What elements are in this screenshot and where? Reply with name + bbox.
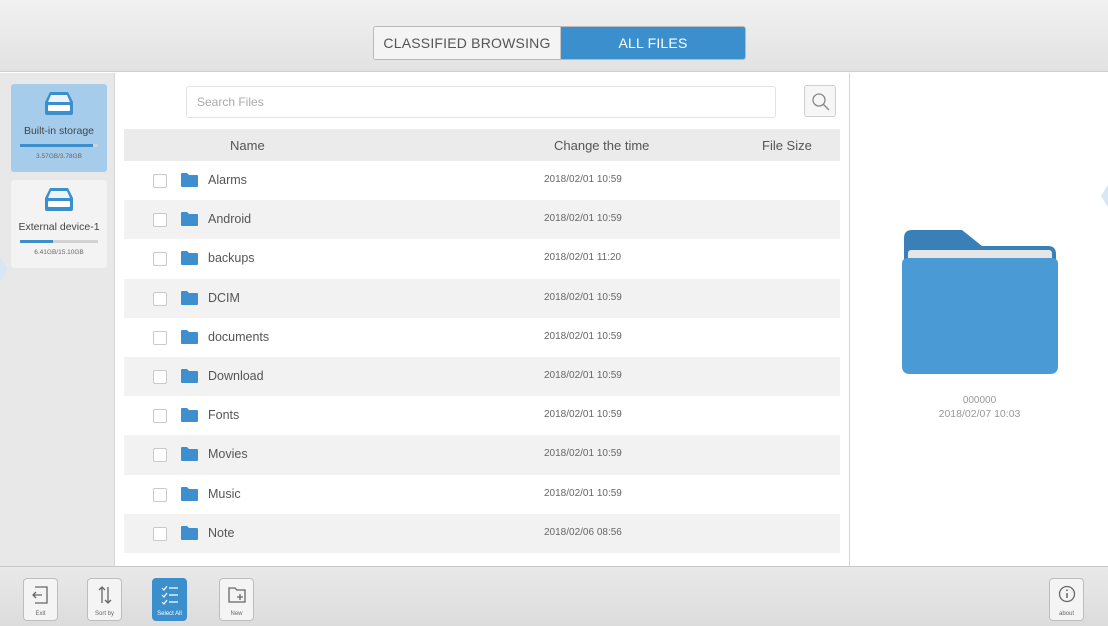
row-checkbox[interactable] bbox=[153, 330, 167, 345]
file-list-panel: Name Change the time File Size Alarms 201… bbox=[116, 73, 849, 566]
tab-all-files[interactable]: ALL FILES bbox=[561, 27, 745, 59]
storage-external-device[interactable]: External device-1 6.41GB/15.10GB bbox=[11, 180, 107, 268]
bottom-toolbar: Exit Sort by Select All New about bbox=[0, 566, 1108, 626]
tab-classified-browsing[interactable]: CLASSIFIED BROWSING bbox=[374, 27, 561, 59]
storage-label: External device-1 bbox=[18, 221, 100, 233]
table-row[interactable]: Alarms 2018/02/01 10:59 bbox=[124, 161, 840, 200]
table-row[interactable]: backups 2018/02/01 11:20 bbox=[124, 239, 840, 278]
file-name: DCIM bbox=[208, 290, 240, 305]
search-icon bbox=[812, 93, 830, 111]
row-checkbox[interactable] bbox=[153, 526, 167, 541]
table-row[interactable]: Music 2018/02/01 10:59 bbox=[124, 475, 840, 514]
preview-file-name: 000000 bbox=[962, 395, 997, 406]
header: CLASSIFIED BROWSING ALL FILES bbox=[0, 0, 1108, 72]
sort-icon bbox=[98, 586, 112, 604]
folder-icon bbox=[902, 230, 1058, 374]
table-header: Name Change the time File Size bbox=[124, 129, 840, 161]
file-name: Android bbox=[208, 212, 252, 227]
folder-icon bbox=[181, 447, 198, 462]
column-change-time[interactable]: Change the time bbox=[554, 138, 649, 153]
table-row[interactable]: Download 2018/02/01 10:59 bbox=[124, 356, 840, 397]
info-icon bbox=[1058, 585, 1076, 603]
folder-icon bbox=[181, 525, 198, 540]
file-name: Download bbox=[208, 368, 264, 383]
file-name: Movies bbox=[208, 447, 248, 462]
table-row[interactable]: documents 2018/02/01 10:59 bbox=[124, 318, 840, 357]
exit-label: Exit bbox=[35, 611, 46, 617]
file-change-time: 2018/02/01 10:59 bbox=[544, 448, 622, 460]
column-file-size[interactable]: File Size bbox=[762, 138, 812, 153]
file-change-time: 2018/02/01 10:59 bbox=[544, 174, 622, 185]
checklist-icon bbox=[161, 585, 178, 605]
row-checkbox[interactable] bbox=[153, 409, 167, 424]
folder-icon bbox=[181, 173, 198, 187]
file-table-body: Alarms 2018/02/01 10:59 Android 2018/02/01 … bbox=[124, 161, 840, 553]
new-folder-icon bbox=[228, 587, 246, 603]
row-checkbox[interactable] bbox=[153, 448, 167, 463]
new-button[interactable]: New bbox=[219, 578, 254, 621]
file-change-time: 2018/02/01 10:59 bbox=[544, 409, 622, 421]
storage-built-in[interactable]: Built-in storage 3.57GB/3.78GB bbox=[11, 84, 107, 172]
file-change-time: 2018/02/01 11:20 bbox=[544, 252, 622, 264]
preview-panel: 000000 2018/02/07 10:03 bbox=[849, 73, 1108, 566]
file-name: Note bbox=[208, 525, 235, 540]
file-change-time: 2018/02/01 10:59 bbox=[544, 330, 622, 342]
row-checkbox[interactable] bbox=[153, 213, 167, 228]
storage-usage-bar bbox=[20, 240, 98, 243]
search-input[interactable] bbox=[186, 86, 776, 118]
exit-button[interactable]: Exit bbox=[23, 578, 58, 621]
search-button[interactable] bbox=[804, 85, 836, 117]
select-all-button[interactable]: Select All bbox=[152, 578, 187, 621]
folder-icon bbox=[181, 486, 198, 501]
about-button[interactable]: about bbox=[1049, 578, 1084, 621]
file-change-time: 2018/02/01 10:59 bbox=[544, 291, 622, 303]
row-checkbox[interactable] bbox=[153, 291, 167, 306]
about-label: about bbox=[1058, 611, 1074, 617]
exit-icon bbox=[32, 586, 48, 604]
table-row[interactable]: Movies 2018/02/01 10:59 bbox=[124, 435, 840, 475]
file-change-time: 2018/02/01 10:59 bbox=[544, 213, 622, 225]
file-name: Fonts bbox=[208, 408, 240, 423]
drive-icon bbox=[45, 92, 73, 115]
storage-usage-bar bbox=[20, 144, 98, 147]
folder-icon bbox=[181, 212, 198, 227]
table-row[interactable]: DCIM 2018/02/01 10:59 bbox=[124, 278, 840, 318]
table-row[interactable]: Fonts 2018/02/01 10:59 bbox=[124, 396, 840, 435]
file-name: backups bbox=[208, 251, 255, 266]
drive-icon bbox=[45, 188, 73, 211]
file-name: documents bbox=[208, 329, 270, 344]
storage-sidebar: Built-in storage 3.57GB/3.78GB External … bbox=[0, 73, 115, 566]
collapse-left-arrow-icon[interactable] bbox=[0, 256, 8, 282]
folder-icon bbox=[181, 329, 198, 344]
file-name: Music bbox=[208, 486, 241, 501]
column-name[interactable]: Name bbox=[230, 138, 265, 153]
collapse-right-arrow-icon[interactable] bbox=[1101, 183, 1108, 209]
sort-button[interactable]: Sort by bbox=[87, 578, 122, 621]
sort-label: Sort by bbox=[94, 611, 114, 617]
row-checkbox[interactable] bbox=[153, 369, 167, 384]
table-row[interactable]: Android 2018/02/01 10:59 bbox=[124, 200, 840, 240]
new-label: New bbox=[230, 611, 243, 617]
storage-size: 6.41GB/15.10GB bbox=[34, 249, 84, 256]
storage-label: Built-in storage bbox=[23, 125, 95, 137]
select-all-label: Select All bbox=[157, 611, 182, 617]
folder-icon bbox=[181, 368, 198, 383]
folder-icon bbox=[181, 251, 198, 266]
file-change-time: 2018/02/01 10:59 bbox=[544, 369, 622, 381]
file-name: Alarms bbox=[208, 173, 247, 187]
row-checkbox[interactable] bbox=[153, 174, 167, 188]
file-change-time: 2018/02/06 08:56 bbox=[544, 526, 622, 538]
row-checkbox[interactable] bbox=[153, 487, 167, 502]
file-change-time: 2018/02/01 10:59 bbox=[544, 487, 622, 499]
table-row[interactable]: Note 2018/02/06 08:56 bbox=[124, 513, 840, 553]
folder-icon bbox=[181, 290, 198, 305]
preview-file-date: 2018/02/07 10:03 bbox=[938, 408, 1021, 420]
view-mode-switch: CLASSIFIED BROWSING ALL FILES bbox=[373, 26, 746, 60]
row-checkbox[interactable] bbox=[153, 252, 167, 267]
storage-size: 3.57GB/3.78GB bbox=[36, 153, 82, 160]
folder-icon bbox=[181, 408, 198, 423]
